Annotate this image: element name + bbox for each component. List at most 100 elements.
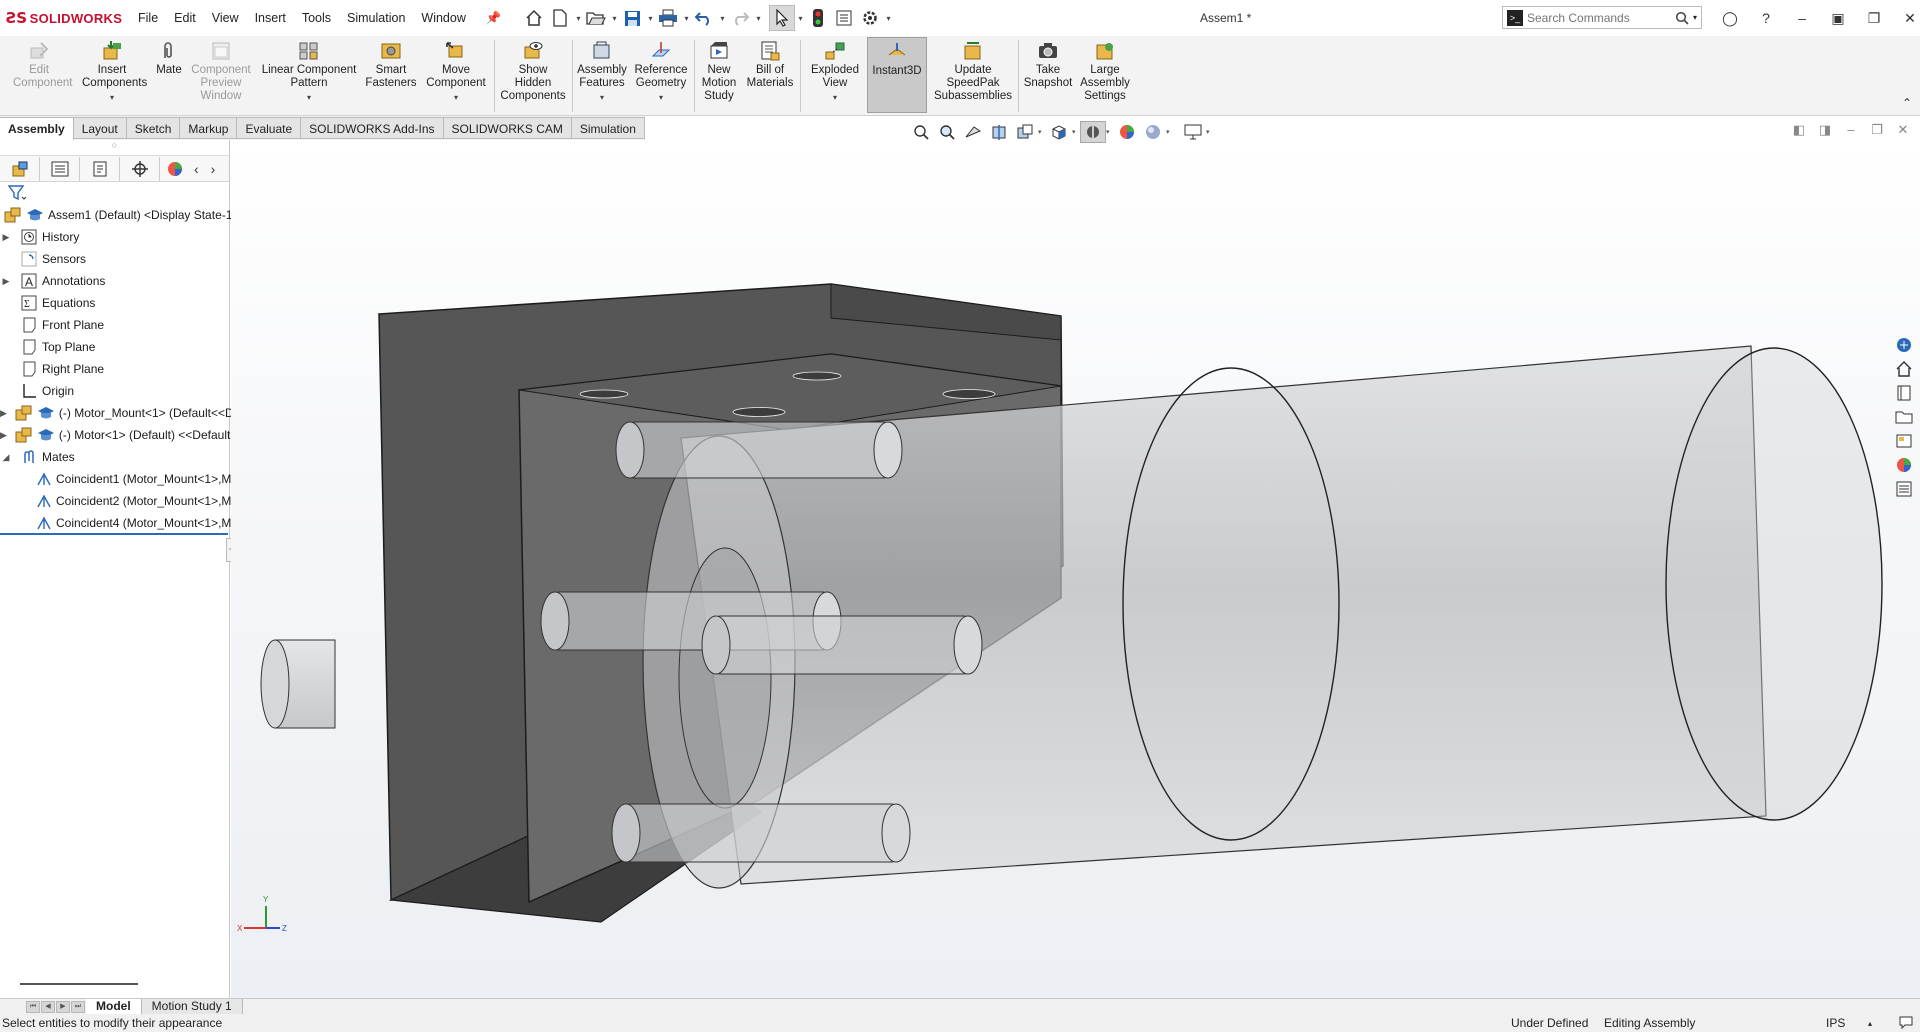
- tab-evaluate[interactable]: Evaluate: [237, 117, 302, 139]
- restore-button[interactable]: ❐: [1856, 10, 1892, 27]
- tab-model[interactable]: Model: [86, 998, 142, 1015]
- section-view-button[interactable]: [986, 121, 1012, 143]
- linear-pattern-dropdown[interactable]: ▾: [307, 91, 311, 104]
- tree-item-equations[interactable]: Σ Equations: [0, 292, 229, 314]
- view-settings-button[interactable]: [1180, 121, 1206, 143]
- configurationmanager-tab[interactable]: [80, 156, 120, 181]
- tree-item-motor[interactable]: ▶ (-) Motor<1> (Default) <<Default>_Disp…: [0, 424, 332, 446]
- redo-button[interactable]: [727, 5, 753, 31]
- expand-arrow-icon[interactable]: ▶: [0, 232, 12, 243]
- print-dropdown[interactable]: ▾: [681, 14, 691, 23]
- save-button[interactable]: [619, 5, 645, 31]
- new-dropdown[interactable]: ▾: [573, 14, 583, 23]
- viewport-close-button[interactable]: ✕: [1890, 122, 1916, 138]
- search-input[interactable]: [1527, 10, 1667, 25]
- exploded-view-button[interactable]: Exploded View ▾: [804, 40, 866, 104]
- insert-components-dropdown[interactable]: ▾: [110, 91, 114, 104]
- menu-file[interactable]: File: [130, 0, 166, 36]
- close-button[interactable]: ✕: [1892, 10, 1920, 27]
- open-dropdown[interactable]: ▾: [609, 14, 619, 23]
- minimize-button[interactable]: –: [1784, 10, 1820, 26]
- tab-layout[interactable]: Layout: [73, 117, 127, 139]
- view-settings-dropdown[interactable]: ▾: [1206, 128, 1214, 136]
- options-dropdown[interactable]: ▾: [883, 14, 893, 23]
- insert-components-button[interactable]: Insert Components ▾: [76, 40, 148, 104]
- view-orientation-button[interactable]: [1046, 121, 1072, 143]
- help-icon[interactable]: ?: [1748, 10, 1784, 26]
- expand-arrow-icon[interactable]: ▶: [0, 430, 7, 441]
- scene-dropdown[interactable]: ▾: [1166, 128, 1174, 136]
- next-tab-icon[interactable]: ▶: [56, 1000, 70, 1013]
- file-properties-button[interactable]: [831, 5, 857, 31]
- file-explorer-icon[interactable]: [1893, 406, 1915, 428]
- appearances-icon[interactable]: [1893, 454, 1915, 476]
- prev-tab-icon[interactable]: ◀: [41, 1000, 55, 1013]
- take-snapshot-button[interactable]: Take Snapshot: [1022, 40, 1074, 90]
- tree-item-mates[interactable]: ◢ Mates: [0, 446, 229, 468]
- new-motion-study-button[interactable]: New Motion Study: [698, 40, 740, 103]
- select-dropdown[interactable]: ▾: [795, 14, 805, 23]
- reference-geometry-dropdown[interactable]: ▾: [659, 91, 663, 104]
- tree-item-coincident1[interactable]: Coincident1 (Motor_Mount<1>,Motor<1>): [0, 468, 277, 490]
- tree-root-assembly[interactable]: Assem1 (Default) <Display State-1>: [0, 204, 239, 226]
- dimxpert-tab[interactable]: [120, 156, 160, 181]
- viewport-minimize-button[interactable]: –: [1838, 122, 1864, 138]
- panel-resize-handle[interactable]: ○: [0, 140, 229, 156]
- split-right-icon[interactable]: ◨: [1812, 122, 1838, 138]
- custom-properties-icon[interactable]: [1893, 478, 1915, 500]
- menu-insert[interactable]: Insert: [247, 0, 294, 36]
- menu-edit[interactable]: Edit: [166, 0, 204, 36]
- chevron-right-icon[interactable]: ›: [211, 161, 216, 177]
- edit-component-button[interactable]: Edit Component: [6, 40, 72, 90]
- tab-solidworks-cam[interactable]: SOLIDWORKS CAM: [443, 117, 572, 139]
- tab-simulation[interactable]: Simulation: [571, 117, 645, 139]
- view-palette-icon[interactable]: [1893, 430, 1915, 452]
- home-button[interactable]: [521, 5, 547, 31]
- home-icon[interactable]: [1893, 358, 1915, 380]
- menu-simulation[interactable]: Simulation: [339, 0, 413, 36]
- tab-solidworks-addins[interactable]: SOLIDWORKS Add-Ins: [301, 117, 444, 139]
- chevron-left-icon[interactable]: ‹: [194, 161, 199, 177]
- tree-item-top-plane[interactable]: Top Plane: [0, 336, 229, 358]
- new-button[interactable]: [547, 5, 573, 31]
- solidworks-resources-icon[interactable]: [1893, 334, 1915, 356]
- user-icon[interactable]: ◯: [1712, 10, 1748, 27]
- linear-component-pattern-button[interactable]: Linear Component Pattern ▾: [258, 40, 360, 104]
- open-button[interactable]: [583, 5, 609, 31]
- tree-item-origin[interactable]: Origin: [0, 380, 229, 402]
- collapse-arrow-icon[interactable]: ◢: [0, 452, 12, 463]
- unit-system[interactable]: IPS: [1826, 1016, 1845, 1030]
- pin-icon[interactable]: 📌: [478, 0, 510, 36]
- undo-button[interactable]: [691, 5, 717, 31]
- menu-tools[interactable]: Tools: [294, 0, 339, 36]
- tree-item-annotations[interactable]: ▶ A Annotations: [0, 270, 229, 292]
- expand-arrow-icon[interactable]: ▶: [0, 276, 12, 287]
- save-dropdown[interactable]: ▾: [645, 14, 655, 23]
- show-hidden-components-button[interactable]: Show Hidden Components: [498, 40, 568, 103]
- zoom-to-fit-button[interactable]: [908, 121, 934, 143]
- search-icon[interactable]: [1675, 11, 1689, 25]
- previous-view-button[interactable]: [960, 121, 986, 143]
- viewport-restore-button[interactable]: ❐: [1864, 122, 1890, 138]
- options-button[interactable]: [857, 5, 883, 31]
- update-speedpak-button[interactable]: Update SpeedPak Subassemblies: [931, 40, 1015, 103]
- tab-markup[interactable]: Markup: [180, 117, 238, 139]
- exploded-view-dropdown[interactable]: ▾: [833, 91, 837, 104]
- graphics-area[interactable]: Y X Z: [231, 140, 1920, 998]
- zoom-to-area-button[interactable]: [934, 121, 960, 143]
- redo-dropdown[interactable]: ▾: [753, 14, 763, 23]
- expand-arrow-icon[interactable]: ▶: [0, 408, 7, 419]
- tile-icon[interactable]: ▣: [1820, 10, 1856, 27]
- print-button[interactable]: [655, 5, 681, 31]
- tab-sketch[interactable]: Sketch: [126, 117, 181, 139]
- design-library-icon[interactable]: [1893, 382, 1915, 404]
- tab-motion-study-1[interactable]: Motion Study 1: [141, 998, 243, 1015]
- tree-item-coincident4[interactable]: Coincident4 (Motor_Mount<1>,Motor<1>): [0, 512, 277, 534]
- split-left-icon[interactable]: ◧: [1786, 122, 1812, 138]
- display-style-dropdown[interactable]: ▾: [1106, 128, 1114, 136]
- motor-shaft[interactable]: [260, 639, 336, 729]
- edit-appearance-button[interactable]: [1114, 121, 1140, 143]
- tree-item-history[interactable]: ▶ History: [0, 226, 229, 248]
- tree-item-coincident2[interactable]: Coincident2 (Motor_Mount<1>,Motor<1>): [0, 490, 277, 512]
- propertymanager-tab[interactable]: [40, 156, 80, 181]
